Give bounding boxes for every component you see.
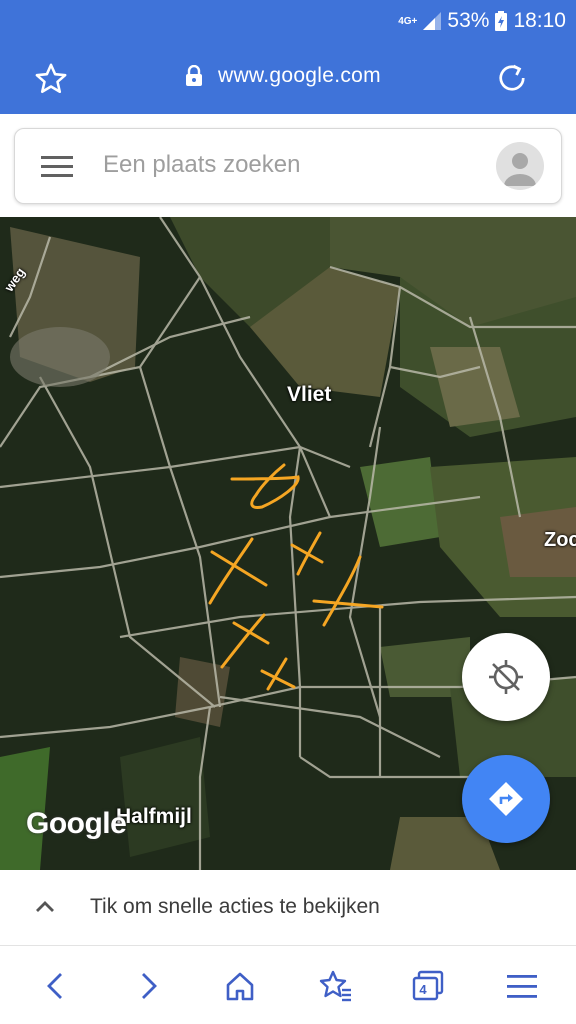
hamburger-menu-icon[interactable]: [41, 154, 73, 180]
map-label-halfmijl: Halfmijl: [116, 805, 192, 828]
battery-charging-icon: [495, 11, 508, 31]
satellite-map[interactable]: Vliet Zoc Halfmijl weg Google: [0, 217, 576, 870]
forward-icon[interactable]: [130, 968, 166, 1004]
tabs-button[interactable]: 4: [410, 968, 446, 1004]
map-label-zoc: Zoc: [544, 529, 576, 551]
search-box[interactable]: Een plaats zoeken: [14, 128, 562, 204]
quick-actions-bar[interactable]: Tik om snelle acties te bekijken: [0, 870, 576, 946]
browser-bottom-nav: 4: [0, 948, 576, 1024]
home-icon[interactable]: [222, 968, 258, 1004]
menu-icon[interactable]: [504, 968, 540, 1004]
network-type: 4G+: [398, 15, 418, 27]
account-avatar-icon[interactable]: [496, 142, 544, 190]
bookmarks-icon[interactable]: [318, 968, 354, 1004]
address-bar[interactable]: www.google.com: [184, 64, 381, 88]
signal-icon: [423, 12, 442, 30]
clock: 18:10: [513, 9, 566, 32]
directions-button[interactable]: [462, 755, 550, 843]
map-label-vliet: Vliet: [287, 383, 332, 406]
battery-percent: 53%: [447, 9, 490, 32]
google-logo: Google: [26, 807, 127, 840]
browser-window: 4G+ 53% 18:10 www.google.com Een plaats …: [0, 0, 576, 1024]
search-input[interactable]: Een plaats zoeken: [103, 151, 300, 179]
status-bar: 4G+ 53% 18:10: [398, 6, 566, 36]
lock-icon: [186, 65, 202, 86]
browser-top-bar: 4G+ 53% 18:10 www.google.com: [0, 0, 576, 114]
directions-icon: [489, 782, 523, 816]
locate-button[interactable]: [462, 633, 550, 721]
location-disabled-icon: [489, 660, 523, 694]
star-outline-icon[interactable]: [34, 62, 68, 96]
chevron-up-icon: [36, 901, 54, 912]
url-text: www.google.com: [218, 64, 381, 87]
back-icon[interactable]: [38, 968, 74, 1004]
quick-actions-label: Tik om snelle acties te bekijken: [90, 895, 380, 918]
reload-icon[interactable]: [494, 60, 530, 96]
tab-count: 4: [419, 982, 427, 997]
url-row: www.google.com: [0, 44, 576, 110]
